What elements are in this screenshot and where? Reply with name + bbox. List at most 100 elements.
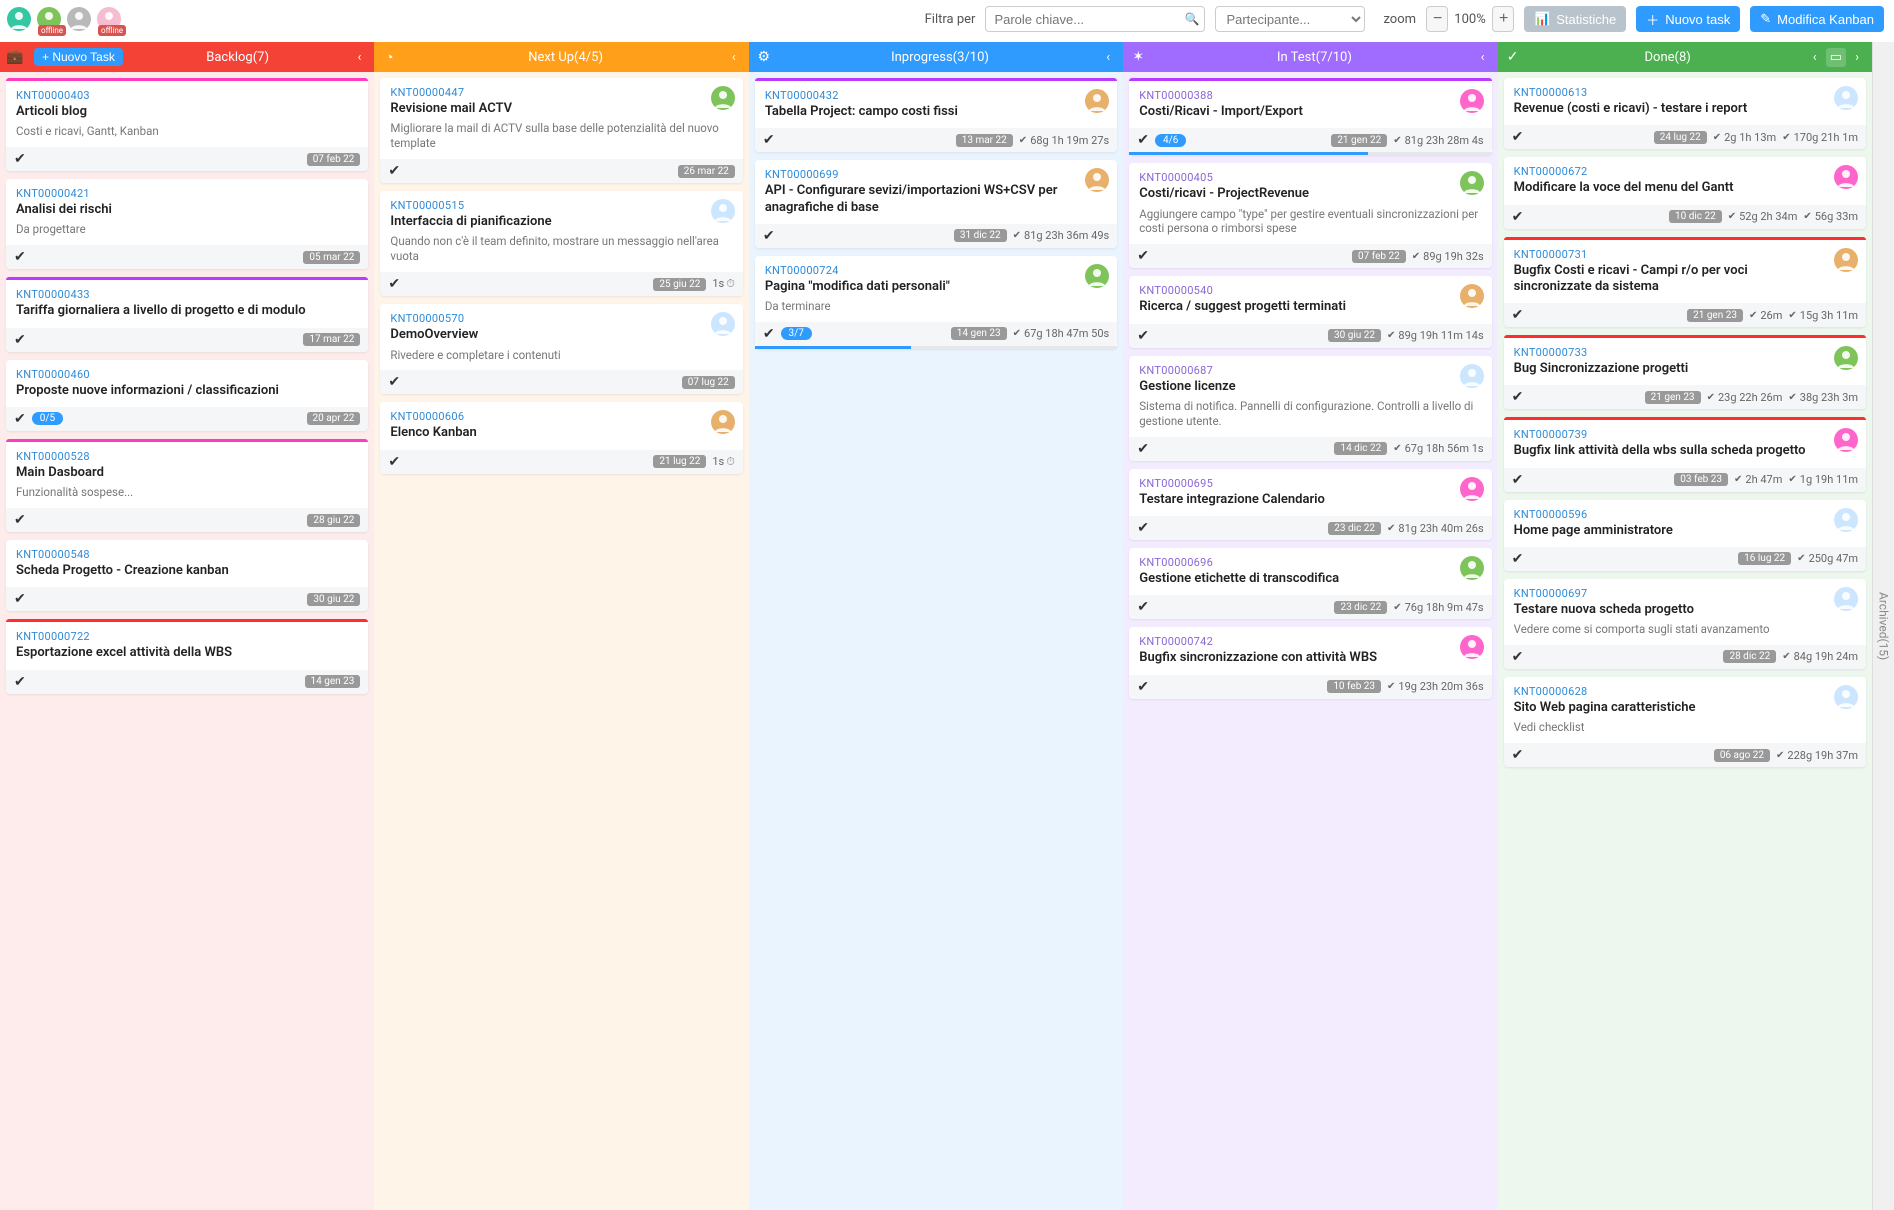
task-card[interactable]: KNT00000433 Tariffa giornaliera a livell… xyxy=(6,277,368,351)
user-avatar[interactable] xyxy=(6,6,32,32)
new-task-button[interactable]: ＋ Nuovo task xyxy=(1636,6,1740,32)
zoom-out-button[interactable]: − xyxy=(1426,6,1448,32)
check-icon: ✔︎ xyxy=(1512,747,1524,763)
task-card[interactable]: KNT00000722 Esportazione excel attività … xyxy=(6,619,368,693)
card-id: KNT00000460 xyxy=(16,368,358,381)
collapse-icon[interactable]: ‹ xyxy=(727,50,741,65)
column-header: ✶ In Test(7/10) ‹ xyxy=(1123,42,1497,72)
task-card[interactable]: KNT00000606 Elenco Kanban ✔︎ 21 lug 221s xyxy=(380,402,742,473)
task-card[interactable]: KNT00000672 Modificare la voce del menu … xyxy=(1504,157,1866,228)
participant-select[interactable]: Partecipante... xyxy=(1215,6,1365,32)
user-avatar[interactable] xyxy=(66,6,92,32)
assignee-avatar xyxy=(1460,89,1484,113)
date-pill: 07 feb 22 xyxy=(1352,250,1406,263)
task-card[interactable]: KNT00000405 Costi/ricavi - ProjectRevenu… xyxy=(1129,163,1491,268)
task-card[interactable]: KNT00000515 Interfaccia di pianificazion… xyxy=(380,191,742,296)
clock-icon: 1s xyxy=(712,277,734,291)
offline-badge: offline xyxy=(38,25,66,36)
column-body[interactable]: KNT00000447 Revisione mail ACTV Migliora… xyxy=(374,72,748,1210)
card-footer: ✔︎ 23 dic 2276g 18h 9m 47s xyxy=(1129,595,1491,619)
card-title: Ricerca / suggest progetti terminati xyxy=(1139,299,1451,315)
date-pill: 24 lug 22 xyxy=(1654,131,1707,144)
card-id: KNT00000613 xyxy=(1514,86,1856,99)
duration-1: 2g 1h 13m xyxy=(1713,131,1776,144)
card-id: KNT00000699 xyxy=(765,168,1107,181)
task-card[interactable]: KNT00000403 Articoli blog Costi e ricavi… xyxy=(6,78,368,171)
task-card[interactable]: KNT00000687 Gestione licenze Sistema di … xyxy=(1129,356,1491,461)
column-new-task-button[interactable]: + Nuovo Task xyxy=(34,48,123,66)
date-pill: 23 dic 22 xyxy=(1328,522,1381,535)
task-card[interactable]: KNT00000432 Tabella Project: campo costi… xyxy=(755,78,1117,152)
date-pill: 21 lug 22 xyxy=(653,455,706,468)
card-footer: ✔︎ 10 feb 2319g 23h 20m 36s xyxy=(1129,675,1491,699)
card-title: Pagina "modifica dati personali" xyxy=(765,279,1077,295)
date-pill: 17 mar 22 xyxy=(303,333,360,346)
task-card[interactable]: KNT00000695 Testare integrazione Calenda… xyxy=(1129,469,1491,540)
search-input[interactable] xyxy=(985,6,1205,32)
card-title: Gestione licenze xyxy=(1139,379,1451,395)
card-id: KNT00000596 xyxy=(1514,508,1856,521)
task-card[interactable]: KNT00000733 Bug Sincronizzazione progett… xyxy=(1504,335,1866,409)
task-card[interactable]: KNT00000613 Revenue (costi e ricavi) - t… xyxy=(1504,78,1866,149)
task-card[interactable]: KNT00000570 DemoOverview Rivedere e comp… xyxy=(380,304,742,394)
stats-button[interactable]: 📊 Statistiche xyxy=(1524,6,1626,32)
task-card[interactable]: KNT00000388 Costi/Ricavi - Import/Export… xyxy=(1129,78,1491,155)
column-body[interactable]: KNT00000388 Costi/Ricavi - Import/Export… xyxy=(1123,72,1497,1210)
task-card[interactable]: KNT00000548 Scheda Progetto - Creazione … xyxy=(6,540,368,611)
date-pill: 25 giu 22 xyxy=(653,278,706,291)
task-card[interactable]: KNT00000696 Gestione etichette di transc… xyxy=(1129,548,1491,619)
task-card[interactable]: KNT00000724 Pagina "modifica dati person… xyxy=(755,256,1117,349)
column-inprog: ⚙ Inprogress(3/10) ‹ KNT00000432 Tabella… xyxy=(749,42,1123,1210)
task-card[interactable]: KNT00000731 Bugfix Costi e ricavi - Camp… xyxy=(1504,237,1866,328)
duration-2: 38g 23h 3m xyxy=(1788,391,1858,404)
date-pill: 30 giu 22 xyxy=(307,593,360,606)
task-card[interactable]: KNT00000742 Bugfix sincronizzazione con … xyxy=(1129,627,1491,698)
zoom-in-button[interactable]: + xyxy=(1492,6,1514,32)
column-body[interactable]: KNT00000403 Articoli blog Costi e ricavi… xyxy=(0,72,374,1210)
expand-icon[interactable]: › xyxy=(1850,50,1864,65)
column-body[interactable]: KNT00000432 Tabella Project: campo costi… xyxy=(749,72,1123,1210)
task-card[interactable]: KNT00000447 Revisione mail ACTV Migliora… xyxy=(380,78,742,183)
collapse-icon[interactable]: ‹ xyxy=(1476,50,1490,65)
card-id: KNT00000570 xyxy=(390,312,732,325)
assignee-avatar xyxy=(1460,556,1484,580)
edit-kanban-button[interactable]: ✎ Modifica Kanban xyxy=(1750,6,1884,32)
user-avatar[interactable]: offline xyxy=(36,6,62,32)
task-card[interactable]: KNT00000460 Proposte nuove informazioni … xyxy=(6,360,368,431)
task-card[interactable]: KNT00000421 Analisi dei rischi Da proget… xyxy=(6,179,368,269)
filter-label: Filtra per xyxy=(925,12,976,27)
column-body[interactable]: KNT00000613 Revenue (costi e ricavi) - t… xyxy=(1498,72,1872,1210)
task-card[interactable]: KNT00000596 Home page amministratore ✔︎ … xyxy=(1504,500,1866,571)
card-footer: ✔︎ 21 lug 221s xyxy=(380,450,742,474)
archive-icon[interactable]: ▭ xyxy=(1826,48,1846,67)
card-footer: ✔︎ 07 feb 22 xyxy=(6,147,368,171)
task-card[interactable]: KNT00000697 Testare nuova scheda progett… xyxy=(1504,579,1866,669)
collapse-icon[interactable]: ‹ xyxy=(352,50,366,65)
check-icon: ✔︎ xyxy=(1137,132,1149,148)
task-card[interactable]: KNT00000699 API - Configurare sevizi/imp… xyxy=(755,160,1117,248)
collapse-icon[interactable]: ‹ xyxy=(1808,50,1822,65)
check-icon: ✔︎ xyxy=(14,674,26,690)
task-card[interactable]: KNT00000528 Main Dasboard Funzionalità s… xyxy=(6,439,368,532)
card-id: KNT00000421 xyxy=(16,187,358,200)
task-card[interactable]: KNT00000739 Bugfix link attività della w… xyxy=(1504,417,1866,491)
duration-2: 15g 3h 11m xyxy=(1788,309,1858,322)
archived-rail[interactable]: Archived(15) xyxy=(1872,42,1894,1210)
assignee-avatar xyxy=(711,86,735,110)
task-card[interactable]: KNT00000540 Ricerca / suggest progetti t… xyxy=(1129,276,1491,347)
card-id: KNT00000447 xyxy=(390,86,732,99)
date-pill: 21 gen 22 xyxy=(1331,134,1387,147)
card-footer: ✔︎ 30 giu 2289g 19h 11m 14s xyxy=(1129,324,1491,348)
collapse-icon[interactable]: ‹ xyxy=(1101,50,1115,65)
card-footer: ✔︎ 14 gen 23 xyxy=(6,670,368,694)
date-pill: 10 dic 22 xyxy=(1669,210,1722,223)
card-id: KNT00000433 xyxy=(16,288,358,301)
card-description: Vedere come si comporta sugli stati avan… xyxy=(1514,622,1856,637)
assignee-avatar xyxy=(1085,264,1109,288)
card-title: Bug Sincronizzazione progetti xyxy=(1514,361,1826,377)
user-avatar[interactable]: offline xyxy=(96,6,122,32)
card-id: KNT00000528 xyxy=(16,450,358,463)
task-card[interactable]: KNT00000628 Sito Web pagina caratteristi… xyxy=(1504,677,1866,767)
column-icon: 💼 xyxy=(0,49,30,65)
card-title: Bugfix sincronizzazione con attività WBS xyxy=(1139,650,1451,666)
